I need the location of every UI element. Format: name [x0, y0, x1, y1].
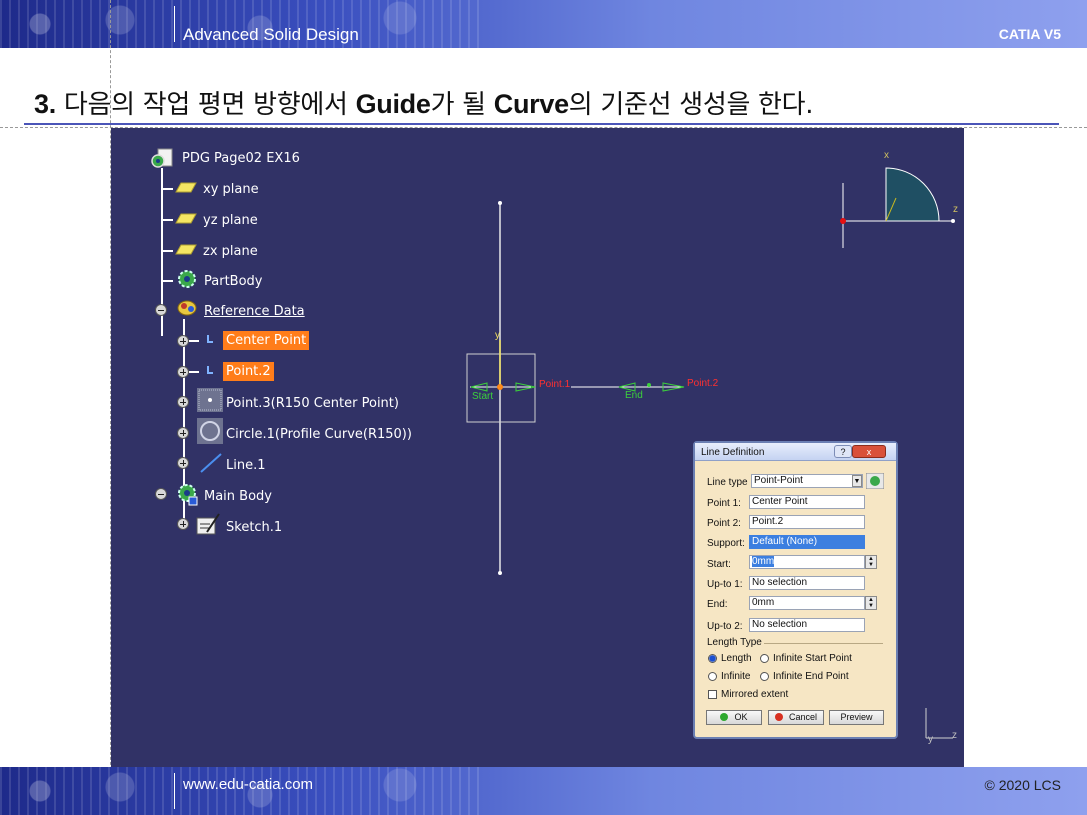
- line-type-options-icon[interactable]: [866, 473, 884, 489]
- cancel-button[interactable]: Cancel: [768, 710, 824, 725]
- infinite-start-radio[interactable]: [760, 654, 769, 663]
- end-field[interactable]: 0mm: [749, 596, 865, 610]
- title-text-1: 다음의 작업 평면 방향에서: [55, 90, 356, 120]
- ok-button[interactable]: OK: [706, 710, 762, 725]
- mini-axis-y-label: y: [928, 734, 933, 745]
- start-value: 0mm: [752, 556, 775, 567]
- compass-origin: [840, 218, 846, 224]
- preview-button[interactable]: Preview: [829, 710, 884, 725]
- upto1-field[interactable]: No selection: [749, 576, 865, 590]
- close-button[interactable]: x: [852, 445, 886, 458]
- upto2-label: Up-to 2:: [707, 621, 743, 632]
- header-separator: [174, 6, 175, 42]
- center-point-marker: [497, 384, 503, 390]
- line-definition-dialog[interactable]: Line Definition ? x Line type Point-Poin…: [693, 441, 898, 739]
- start-spinner[interactable]: ▲ ▼: [865, 555, 877, 569]
- compass-quadrant: [885, 167, 940, 222]
- title-underline: [24, 123, 1059, 125]
- cancel-label: Cancel: [788, 712, 817, 722]
- length-radio[interactable]: [708, 654, 717, 663]
- line-endpoint: [498, 571, 502, 575]
- line-endpoint: [498, 201, 502, 205]
- end-label: End:: [707, 599, 728, 610]
- infinite-start-label: Infinite Start Point: [773, 653, 852, 664]
- line-type-label: Line type: [707, 477, 748, 488]
- point1-label: Point 1:: [707, 498, 741, 509]
- label-point1: Point.1: [539, 379, 571, 390]
- footer-copyright: © 2020 LCS: [984, 777, 1061, 793]
- footer-separator: [174, 773, 175, 809]
- dialog-title: Line Definition: [701, 447, 765, 458]
- line-type-value: Point-Point: [754, 475, 803, 486]
- help-button[interactable]: ?: [834, 445, 852, 458]
- mirrored-extent-label: Mirrored extent: [721, 689, 789, 700]
- title-text-2: 가 될: [430, 90, 494, 120]
- footer-band: www.edu-catia.com © 2020 LCS: [0, 767, 1087, 815]
- length-radio-label: Length: [721, 653, 752, 664]
- mirrored-extent-checkbox[interactable]: [708, 690, 717, 699]
- end-spinner[interactable]: ▲ ▼: [865, 596, 877, 610]
- title-bold-guide: Guide: [355, 89, 431, 119]
- cancel-icon: [774, 713, 783, 721]
- ok-icon: [720, 713, 729, 721]
- compass-z-label: z: [953, 204, 958, 215]
- infinite-radio-label: Infinite: [721, 671, 751, 682]
- point1-field[interactable]: Center Point: [749, 495, 865, 509]
- step-number: 3.: [34, 89, 56, 119]
- upto1-label: Up-to 1:: [707, 579, 743, 590]
- compass-x-label: x: [884, 150, 889, 161]
- point2-field[interactable]: Point.2: [749, 515, 865, 529]
- line-type-select[interactable]: Point-Point: [751, 474, 863, 488]
- upto2-field[interactable]: No selection: [749, 618, 865, 632]
- dialog-titlebar[interactable]: Line Definition ? x: [695, 443, 896, 461]
- support-field[interactable]: Default (None): [749, 535, 865, 549]
- chevron-down-icon[interactable]: ▼: [852, 475, 862, 487]
- point2-label: Point 2:: [707, 518, 741, 529]
- header-product: CATIA V5: [998, 26, 1061, 42]
- header-title: Advanced Solid Design: [183, 25, 359, 44]
- label-end: End: [625, 390, 643, 401]
- mini-axis-z-label: z: [952, 730, 957, 741]
- start-field[interactable]: 0mm: [749, 555, 865, 569]
- page-title: 3. 다음의 작업 평면 방향에서 Guide가 될 Curve의 기준선 생성…: [34, 84, 814, 121]
- infinite-end-label: Infinite End Point: [773, 671, 849, 682]
- header-band: Advanced Solid Design CATIA V5: [0, 0, 1087, 48]
- length-type-label: Length Type: [707, 637, 764, 648]
- ok-label: OK: [734, 712, 748, 722]
- label-point2: Point.2: [687, 378, 719, 389]
- footer-website: www.edu-catia.com: [183, 776, 314, 793]
- title-text-3: 의 기준선 생성을 한다.: [568, 90, 814, 120]
- point2-marker: [647, 383, 651, 387]
- infinite-radio[interactable]: [708, 672, 717, 681]
- title-bold-curve: Curve: [493, 89, 569, 119]
- infinite-end-radio[interactable]: [760, 672, 769, 681]
- start-label: Start:: [707, 559, 731, 570]
- label-start: Start: [472, 391, 494, 402]
- support-label: Support:: [707, 538, 745, 549]
- compass-end: [951, 219, 955, 223]
- label-compass-y-small: y: [495, 330, 500, 341]
